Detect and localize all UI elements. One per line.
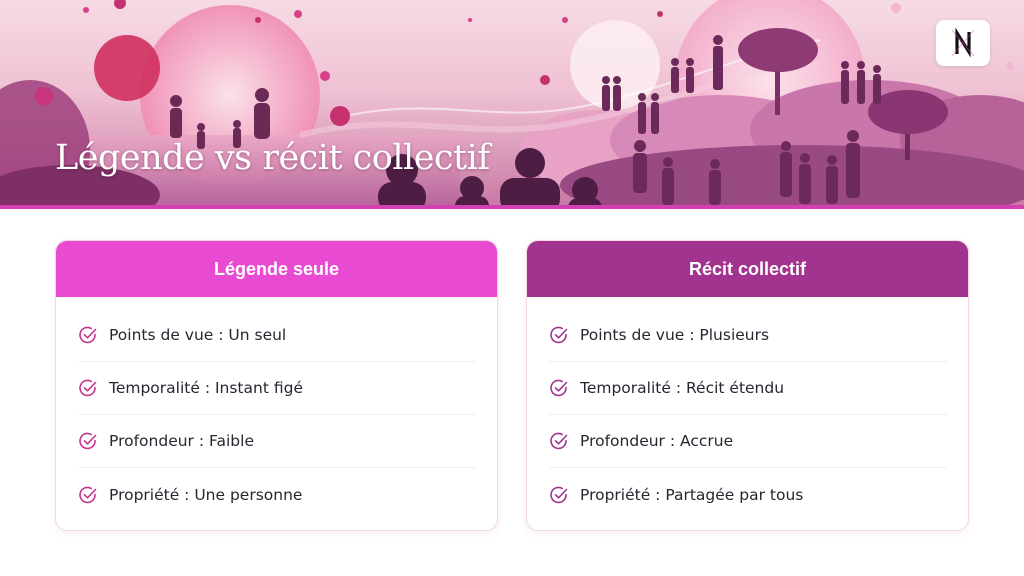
card-header: Récit collectif [527, 241, 968, 297]
list-item-label: Points de vue : Plusieurs [580, 326, 770, 344]
hero-banner: Légende vs récit collectif [0, 0, 1024, 205]
list-item: Temporalité : Instant figé [78, 362, 476, 415]
check-circle-icon [550, 486, 568, 503]
card-recit-collectif: Récit collectif Points de vue : Plusieur… [526, 240, 969, 531]
check-circle-icon [550, 379, 568, 397]
list-item: Points de vue : Un seul [78, 309, 476, 362]
check-circle-icon [79, 379, 97, 397]
check-circle-icon [79, 326, 97, 344]
card-legende-seule: Légende seule Points de vue : Un seul Te… [55, 240, 498, 531]
list-item: Propriété : Une personne [78, 468, 476, 521]
list-item-label: Temporalité : Récit étendu [580, 379, 785, 397]
check-circle-icon [550, 432, 568, 450]
list-item-label: Points de vue : Un seul [109, 326, 287, 344]
list-item: Profondeur : Accrue [549, 415, 947, 468]
list-item: Profondeur : Faible [78, 415, 476, 468]
check-circle-icon [79, 486, 97, 503]
n-logo-icon [936, 20, 990, 66]
check-circle-icon [550, 326, 568, 344]
list-item: Temporalité : Récit étendu [549, 362, 947, 415]
list-item: Points de vue : Plusieurs [549, 309, 947, 362]
check-circle-icon [79, 432, 97, 450]
accent-bar [0, 205, 1024, 209]
card-header: Légende seule [56, 241, 497, 297]
list-item-label: Propriété : Une personne [109, 485, 303, 504]
page-title: Légende vs récit collectif [55, 138, 490, 178]
list-item-label: Propriété : Partagée par tous [580, 485, 804, 504]
list-item-label: Profondeur : Faible [109, 432, 254, 450]
list-item-label: Temporalité : Instant figé [109, 379, 303, 397]
list-item: Propriété : Partagée par tous [549, 468, 947, 521]
list-item-label: Profondeur : Accrue [580, 432, 734, 450]
